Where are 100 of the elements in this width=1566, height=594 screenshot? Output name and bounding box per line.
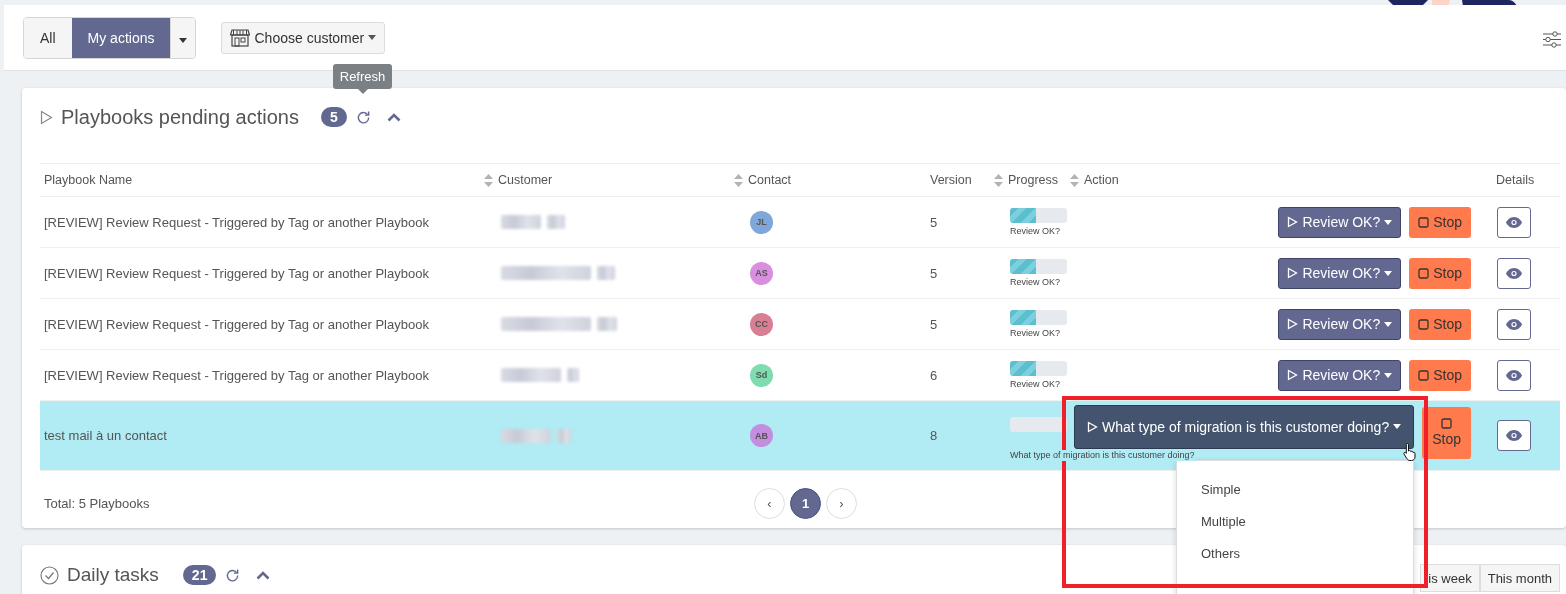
column-header: Customer <box>498 173 553 187</box>
playbook-name: [REVIEW] Review Request - Triggered by Tag or another Playbook <box>44 367 429 383</box>
menu-item[interactable]: Simple <box>1177 473 1413 505</box>
play-icon <box>1287 216 1299 228</box>
caret-icon <box>1384 372 1393 378</box>
play-icon <box>40 109 53 125</box>
stop-button[interactable]: Stop <box>1409 257 1471 289</box>
view-button[interactable] <box>1497 206 1531 238</box>
square-icon <box>1418 369 1430 381</box>
playbook-name: [REVIEW] Review Request - Triggered by Tag or another Playbook <box>44 265 429 281</box>
view-button[interactable] <box>1497 257 1531 289</box>
stop-button[interactable]: Stop <box>1409 308 1471 340</box>
step-caption: Review OK? <box>1010 276 1061 288</box>
view-button[interactable] <box>1497 308 1531 340</box>
play-icon <box>1087 420 1099 433</box>
eye-icon <box>1506 216 1522 228</box>
previous-page-button[interactable]: ‹ <box>754 487 785 519</box>
eye-icon <box>1506 369 1522 381</box>
progress-bar <box>1010 309 1067 325</box>
period-tab[interactable]: This month <box>1479 564 1560 592</box>
version: 8 <box>930 428 938 443</box>
action-button[interactable]: Review OK? <box>1278 206 1402 238</box>
section-title: Playbooks pending actions <box>61 105 299 129</box>
blurred-text <box>501 428 551 443</box>
table-row[interactable]: test mail à un contact AB 8 What type of migration is this customer doing? Stop What type of migration is this customer doing? <box>40 401 1560 471</box>
period-tab[interactable]: is week <box>1420 564 1480 592</box>
progress-bar <box>1010 207 1067 223</box>
playbook-name: [REVIEW] Review Request - Triggered by Tag or another Playbook <box>44 214 429 230</box>
section-title: Daily tasks <box>67 564 159 586</box>
refresh-icon[interactable] <box>225 567 241 583</box>
next-page-button[interactable]: › <box>826 487 857 519</box>
filter-tab[interactable]: All <box>24 17 72 58</box>
column-header: Details <box>1496 173 1535 187</box>
page-button[interactable]: 1 <box>790 487 821 519</box>
chevron-up-icon[interactable] <box>256 570 271 580</box>
caret-icon <box>1384 321 1393 327</box>
column-header: Progress <box>1008 173 1059 187</box>
play-icon <box>1287 267 1299 279</box>
table-row[interactable]: [REVIEW] Review Request - Triggered by Tag or another Playbook CC 5 Review OK? Review OK? Stop <box>40 299 1560 350</box>
avatar: JL <box>750 210 773 234</box>
column-header: Action <box>1084 173 1119 187</box>
column-header: Playbook Name <box>44 173 133 187</box>
avatar: CC <box>750 312 773 336</box>
step-caption: Review OK? <box>1010 225 1061 237</box>
count-badge: 21 <box>182 565 217 585</box>
settings-icon[interactable] <box>1543 31 1561 48</box>
total-count: Total: 5 Playbooks <box>43 495 151 511</box>
filter-tab[interactable]: My actions <box>71 17 171 58</box>
table-row[interactable]: [REVIEW] Review Request - Triggered by Tag or another Playbook JL 5 Review OK? Review OK? Stop <box>40 197 1560 248</box>
caret-icon <box>179 37 188 43</box>
action-button[interactable]: Review OK? <box>1278 359 1402 391</box>
avatar: AS <box>750 261 773 285</box>
action-button[interactable]: Review OK? <box>1278 257 1402 289</box>
step-caption: What type of migration is this customer doing? <box>1010 450 1195 461</box>
blurred-text <box>501 368 561 382</box>
action-button[interactable]: What type of migration is this customer doing? <box>1074 404 1415 449</box>
column-header: Version <box>930 173 972 187</box>
caret-icon <box>1393 424 1402 429</box>
play-icon <box>1287 318 1299 330</box>
blurred-text <box>501 215 541 229</box>
blurred-text <box>547 215 565 229</box>
stop-button[interactable]: Stop <box>1409 206 1471 238</box>
eye-icon <box>1506 267 1522 279</box>
refresh-icon[interactable] <box>355 109 371 125</box>
table-row[interactable]: [REVIEW] Review Request - Triggered by Tag or another Playbook AS 5 Review OK? Review OK? Stop <box>40 248 1560 299</box>
eye-icon <box>1506 318 1522 330</box>
caret-icon <box>1384 270 1393 276</box>
stop-button[interactable]: Stop <box>1422 406 1471 459</box>
view-button[interactable] <box>1497 420 1531 451</box>
playbook-name: [REVIEW] Review Request - Triggered by Tag or another Playbook <box>44 316 429 332</box>
square-icon <box>1418 216 1430 228</box>
blurred-text <box>557 428 571 443</box>
chevron-up-icon[interactable] <box>386 112 401 122</box>
blurred-text <box>597 317 617 331</box>
caret-icon <box>368 35 377 40</box>
progress-bar <box>1010 258 1067 274</box>
view-button[interactable] <box>1497 359 1531 391</box>
square-icon <box>1441 418 1453 429</box>
avatar: AB <box>750 424 773 447</box>
tooltip: Refresh <box>332 63 393 89</box>
blurred-text <box>597 266 615 280</box>
play-icon <box>1287 369 1299 381</box>
column-header: Contact <box>748 173 792 187</box>
caret-icon <box>1384 219 1393 225</box>
menu-item[interactable]: Multiple <box>1177 505 1413 537</box>
step-caption: Review OK? <box>1010 378 1061 390</box>
avatar: Sd <box>750 363 773 387</box>
stop-button[interactable]: Stop <box>1409 359 1471 391</box>
version: 5 <box>930 214 938 230</box>
menu-item[interactable]: Others <box>1177 537 1413 569</box>
square-icon <box>1418 318 1430 330</box>
action-button[interactable]: Review OK? <box>1278 308 1402 340</box>
eye-icon <box>1506 430 1522 441</box>
progress-bar <box>1010 360 1067 376</box>
customer-picker[interactable]: Choose customer <box>221 21 386 54</box>
version: 5 <box>930 316 938 332</box>
square-icon <box>1418 267 1430 279</box>
blurred-text <box>567 368 579 382</box>
store-icon <box>230 28 251 47</box>
tooltip-arrow <box>357 88 368 94</box>
